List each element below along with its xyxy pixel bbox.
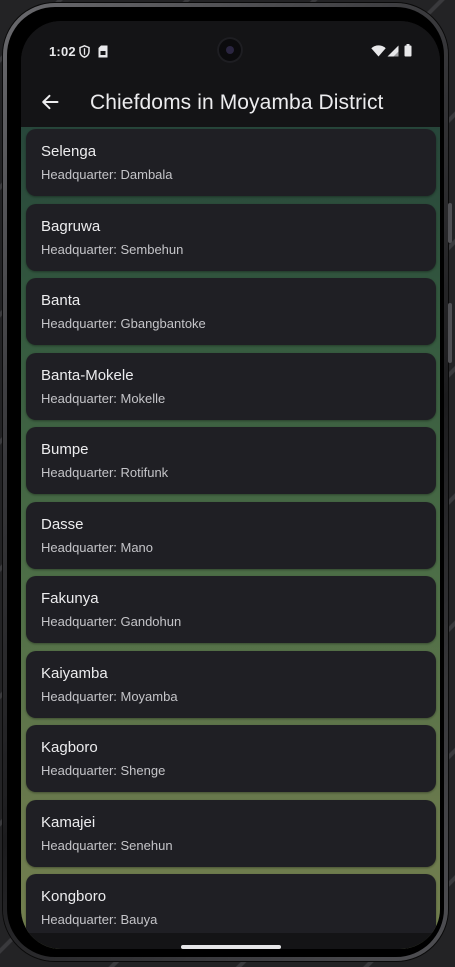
chiefdom-name: Banta-Mokele (41, 366, 134, 384)
status-time: 1:02 (49, 44, 76, 59)
list-item[interactable]: Bumpe Headquarter: Rotifunk (26, 427, 436, 494)
list-item[interactable]: Bagruwa Headquarter: Sembehun (26, 203, 436, 271)
power-button (448, 203, 452, 243)
sim-card-icon (98, 45, 108, 58)
chiefdom-headquarter: Headquarter: Mokelle (41, 390, 166, 406)
chiefdom-name: Kamajei (41, 813, 96, 831)
chiefdom-name: Kaiyamba (41, 664, 108, 682)
battery-icon (404, 44, 412, 57)
shield-icon (79, 45, 90, 58)
chiefdom-headquarter: Headquarter: Bauya (41, 912, 158, 927)
app-bar: Chiefdoms in Moyamba District (21, 79, 440, 127)
arrow-back-icon (42, 94, 59, 110)
chiefdom-headquarter: Headquarter: Mano (41, 539, 154, 555)
list-item[interactable]: Fakunya Headquarter: Gandohun (26, 576, 436, 643)
list-item[interactable]: Kagboro Headquarter: Shenge (26, 725, 436, 792)
chiefdom-name: Selenga (41, 143, 97, 160)
back-button[interactable] (33, 85, 67, 119)
list-item[interactable]: Kaiyamba Headquarter: Moyamba (26, 650, 436, 718)
list-item[interactable]: Selenga Headquarter: Dambala (26, 129, 436, 196)
chiefdom-name: Bagruwa (41, 217, 101, 235)
chiefdom-name: Dasse (41, 515, 84, 533)
chiefdom-list-area[interactable]: Selenga Headquarter: Dambala Bagruwa Hea… (21, 127, 440, 949)
list-item[interactable]: Dasse Headquarter: Mano (26, 501, 436, 569)
list-item[interactable]: Banta Headquarter: Gbangbantoke (26, 278, 436, 345)
status-bar: 1:02 (21, 21, 440, 79)
list-item[interactable]: Kongboro Headquarter: Bauya (26, 874, 436, 941)
chiefdom-name: Fakunya (41, 590, 99, 607)
chiefdom-name: Banta (41, 292, 81, 309)
volume-button (448, 303, 452, 363)
chiefdom-headquarter: Headquarter: Sembehun (41, 241, 184, 257)
chiefdom-headquarter: Headquarter: Dambala (41, 167, 173, 182)
chiefdom-headquarter: Headquarter: Shenge (41, 763, 166, 778)
front-camera (217, 37, 243, 63)
wifi-icon (371, 45, 386, 57)
chiefdom-headquarter: Headquarter: Senehun (41, 837, 173, 853)
chiefdom-name: Bumpe (41, 441, 89, 458)
chiefdom-headquarter: Headquarter: Moyamba (41, 688, 178, 704)
chiefdom-headquarter: Headquarter: Rotifunk (41, 465, 169, 480)
chiefdom-headquarter: Headquarter: Gbangbantoke (41, 316, 206, 331)
signal-icon (387, 45, 399, 57)
navigation-bar (21, 933, 440, 949)
phone-frame: 1:02 Chiefdoms in Moyamba District Selen… (3, 3, 452, 961)
list-item[interactable]: Kamajei Headquarter: Senehun (26, 799, 436, 867)
phone-bezel: 1:02 Chiefdoms in Moyamba District Selen… (7, 7, 444, 957)
chiefdom-name: Kagboro (41, 739, 98, 756)
list-item[interactable]: Banta-Mokele Headquarter: Mokelle (26, 352, 436, 420)
chiefdom-list: Selenga Headquarter: Dambala Bagruwa Hea… (26, 129, 436, 949)
page-title: Chiefdoms in Moyamba District (90, 91, 384, 114)
screen: 1:02 Chiefdoms in Moyamba District Selen… (21, 21, 440, 949)
chiefdom-name: Kongboro (41, 888, 107, 905)
chiefdom-headquarter: Headquarter: Gandohun (41, 614, 182, 629)
home-gesture-handle[interactable] (181, 945, 281, 949)
